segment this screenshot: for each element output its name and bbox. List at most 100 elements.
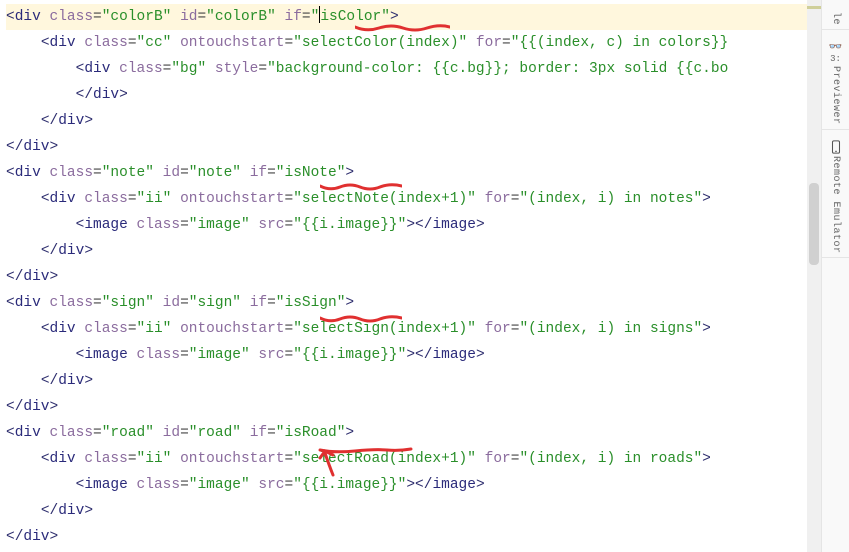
code-token: "selectSign(index+1)": [293, 321, 476, 337]
code-token: <: [6, 529, 15, 545]
code-token: =: [180, 165, 189, 181]
side-tab-remote-emulator[interactable]: Remote Emulator: [822, 136, 849, 259]
code-line[interactable]: <div class="note" id="note" if="isNote">: [6, 160, 822, 186]
code-token: ontouchstart: [180, 321, 284, 337]
code-token: >: [50, 399, 59, 415]
side-tab-previewer-label: Previewer: [830, 66, 841, 125]
code-token: "note": [189, 165, 241, 181]
code-token: "{{i.image}}": [293, 477, 406, 493]
code-token: "{{i.image}}": [293, 347, 406, 363]
code-token: div: [58, 503, 84, 519]
code-token: <: [41, 373, 50, 389]
code-token: <: [41, 113, 50, 129]
code-token: >: [390, 9, 399, 25]
code-token: div: [23, 139, 49, 155]
code-line[interactable]: </div>: [6, 368, 822, 394]
code-line[interactable]: <div class="road" id="road" if="isRoad">: [6, 420, 822, 446]
code-token: image: [84, 347, 128, 363]
scrollbar-thumb[interactable]: [809, 183, 819, 265]
side-tab-file[interactable]: le: [822, 6, 849, 30]
code-line[interactable]: </div>: [6, 498, 822, 524]
code-token: "road": [189, 425, 241, 441]
code-line[interactable]: <image class="image" src="{{i.image}}"><…: [6, 472, 822, 498]
code-line[interactable]: <div class="cc" ontouchstart="selectColo…: [6, 30, 822, 56]
code-token: "selectNote(index+1)": [293, 191, 476, 207]
code-token: =: [128, 191, 137, 207]
code-token: >: [84, 113, 93, 129]
scrollbar-vertical[interactable]: [807, 0, 821, 552]
code-line[interactable]: </div>: [6, 108, 822, 134]
code-token: =: [93, 425, 102, 441]
code-token: image: [84, 217, 128, 233]
code-token: =: [258, 61, 267, 77]
side-tab-file-label: le: [830, 12, 841, 25]
code-token: if: [250, 295, 267, 311]
code-token: >: [84, 243, 93, 259]
code-line[interactable]: <image class="image" src="{{i.image}}"><…: [6, 342, 822, 368]
code-token: /: [84, 87, 93, 103]
code-token: class: [50, 425, 94, 441]
code-line[interactable]: </div>: [6, 134, 822, 160]
code-token: [171, 451, 180, 467]
code-token: for: [485, 321, 511, 337]
code-token: [206, 61, 215, 77]
code-token: /: [50, 243, 59, 259]
code-line[interactable]: </div>: [6, 264, 822, 290]
code-line[interactable]: <div class="ii" ontouchstart="selectRoad…: [6, 446, 822, 472]
code-token: <: [6, 9, 15, 25]
code-token: "background-color: {{c.bg}}; border: 3px…: [267, 61, 728, 77]
code-token: =: [284, 35, 293, 51]
code-token: [154, 295, 163, 311]
code-token: for: [485, 451, 511, 467]
code-line[interactable]: <div class="sign" id="sign" if="isSign">: [6, 290, 822, 316]
code-token: <: [41, 321, 50, 337]
code-token: /: [50, 373, 59, 389]
code-token: "isNote": [276, 165, 346, 181]
code-token: div: [84, 61, 110, 77]
code-token: <: [6, 139, 15, 155]
code-token: <: [415, 217, 424, 233]
code-token: [276, 9, 285, 25]
code-token: =: [267, 425, 276, 441]
code-token: =: [285, 477, 294, 493]
code-token: "ii": [137, 191, 172, 207]
code-token: [128, 347, 137, 363]
code-line[interactable]: </div>: [6, 82, 822, 108]
code-token: div: [93, 87, 119, 103]
code-token: <: [41, 35, 50, 51]
code-token: src: [258, 477, 284, 493]
code-editor[interactable]: <div class="colorB" id="colorB" if="isCo…: [0, 0, 822, 552]
code-token: =: [267, 295, 276, 311]
code-token: ": [311, 9, 320, 25]
code-token: [171, 9, 180, 25]
code-token: "selectRoad(index+1)": [293, 451, 476, 467]
code-token: >: [406, 347, 415, 363]
code-line[interactable]: <div class="colorB" id="colorB" if="isCo…: [6, 4, 822, 30]
code-line[interactable]: <div class="bg" style="background-color:…: [6, 56, 822, 82]
code-token: style: [215, 61, 259, 77]
code-line[interactable]: <div class="ii" ontouchstart="selectNote…: [6, 186, 822, 212]
code-line[interactable]: </div>: [6, 238, 822, 264]
code-token: >: [702, 451, 711, 467]
code-line[interactable]: <div class="ii" ontouchstart="selectSign…: [6, 316, 822, 342]
code-token: "{{(index, c) in colors}}: [511, 35, 729, 51]
code-token: "isRoad": [276, 425, 346, 441]
code-token: [154, 425, 163, 441]
side-tab-previewer[interactable]: 👓 3: Previewer: [822, 36, 849, 130]
code-token: class: [137, 477, 181, 493]
code-token: [241, 425, 250, 441]
code-token: "(index, i) in roads": [519, 451, 702, 467]
code-token: =: [285, 217, 294, 233]
code-token: if: [250, 425, 267, 441]
code-token: id: [163, 165, 180, 181]
code-line[interactable]: </div>: [6, 394, 822, 420]
code-token: for: [485, 191, 511, 207]
code-token: div: [50, 451, 76, 467]
code-token: =: [128, 35, 137, 51]
code-token: "bg": [171, 61, 206, 77]
code-line[interactable]: <image class="image" src="{{i.image}}"><…: [6, 212, 822, 238]
code-token: src: [258, 347, 284, 363]
code-token: div: [15, 295, 41, 311]
code-line[interactable]: </div>: [6, 524, 822, 550]
code-token: "ii": [137, 321, 172, 337]
